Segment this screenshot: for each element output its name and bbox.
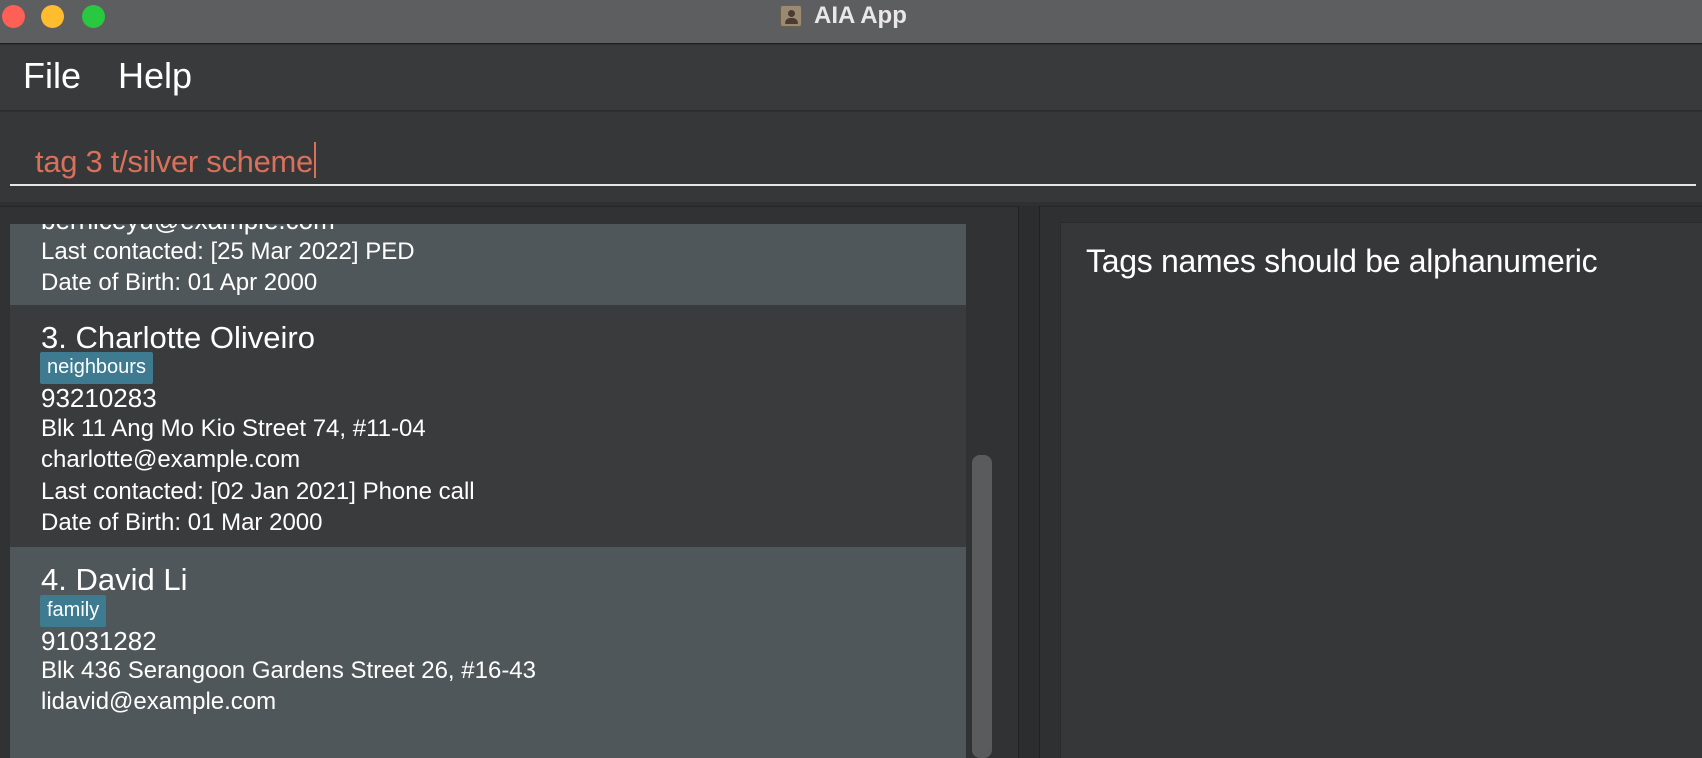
person-list[interactable]: berniceyu@example.com Last contacted: [2… (10, 224, 966, 758)
person-card[interactable]: 4. David Li family 91031282 Blk 436 Sera… (10, 547, 966, 758)
command-value: tag 3 t/silver scheme (35, 144, 313, 179)
person-name: 3. Charlotte Oliveiro (41, 320, 315, 355)
person-last-contacted: Last contacted: [25 Mar 2022] PED (41, 238, 415, 265)
person-list-scrollbar[interactable] (972, 455, 992, 758)
person-phone: 91031282 (41, 626, 157, 656)
minimize-window-button[interactable] (41, 5, 64, 28)
close-window-button[interactable] (2, 5, 25, 28)
command-box-area: tag 3 t/silver scheme (0, 112, 1702, 202)
person-dob: Date of Birth: 01 Apr 2000 (41, 269, 318, 296)
person-address: Blk 11 Ang Mo Kio Street 74, #11-04 (41, 415, 426, 442)
person-email: lidavid@example.com (41, 688, 277, 715)
window-title-group: AIA App (780, 2, 907, 29)
text-caret (313, 142, 316, 178)
person-phone: 93210283 (41, 383, 157, 413)
person-last-contacted: Last contacted: [02 Jan 2021] Phone call (41, 478, 475, 505)
command-input[interactable]: tag 3 t/silver scheme (10, 126, 1696, 186)
person-address: Blk 436 Serangoon Gardens Street 26, #16… (41, 657, 536, 684)
person-card[interactable]: 3. Charlotte Oliveiro neighbours 9321028… (10, 305, 966, 547)
menu-bar: File Help (0, 45, 1702, 111)
person-email: charlotte@example.com (41, 446, 301, 473)
result-message: Tags names should be alphanumeric (1086, 243, 1598, 279)
menu-file[interactable]: File (23, 55, 81, 97)
maximize-window-button[interactable] (82, 5, 105, 28)
person-dob: Date of Birth: 01 Mar 2000 (41, 509, 323, 536)
person-name: 4. David Li (41, 562, 188, 597)
contact-book-icon (780, 5, 802, 27)
person-card[interactable]: berniceyu@example.com Last contacted: [2… (10, 224, 966, 305)
person-email: berniceyu@example.com (41, 224, 335, 236)
command-input-text: tag 3 t/silver scheme (35, 142, 316, 180)
person-tag: neighbours (40, 352, 153, 384)
result-panel: Tags names should be alphanumeric (1040, 206, 1702, 758)
window-titlebar: AIA App (0, 0, 1702, 44)
result-display: Tags names should be alphanumeric (1060, 222, 1702, 758)
menu-help[interactable]: Help (118, 55, 192, 97)
split-pane-divider[interactable] (1018, 206, 1040, 758)
window-title: AIA App (814, 2, 907, 29)
person-tag: family (40, 595, 107, 627)
